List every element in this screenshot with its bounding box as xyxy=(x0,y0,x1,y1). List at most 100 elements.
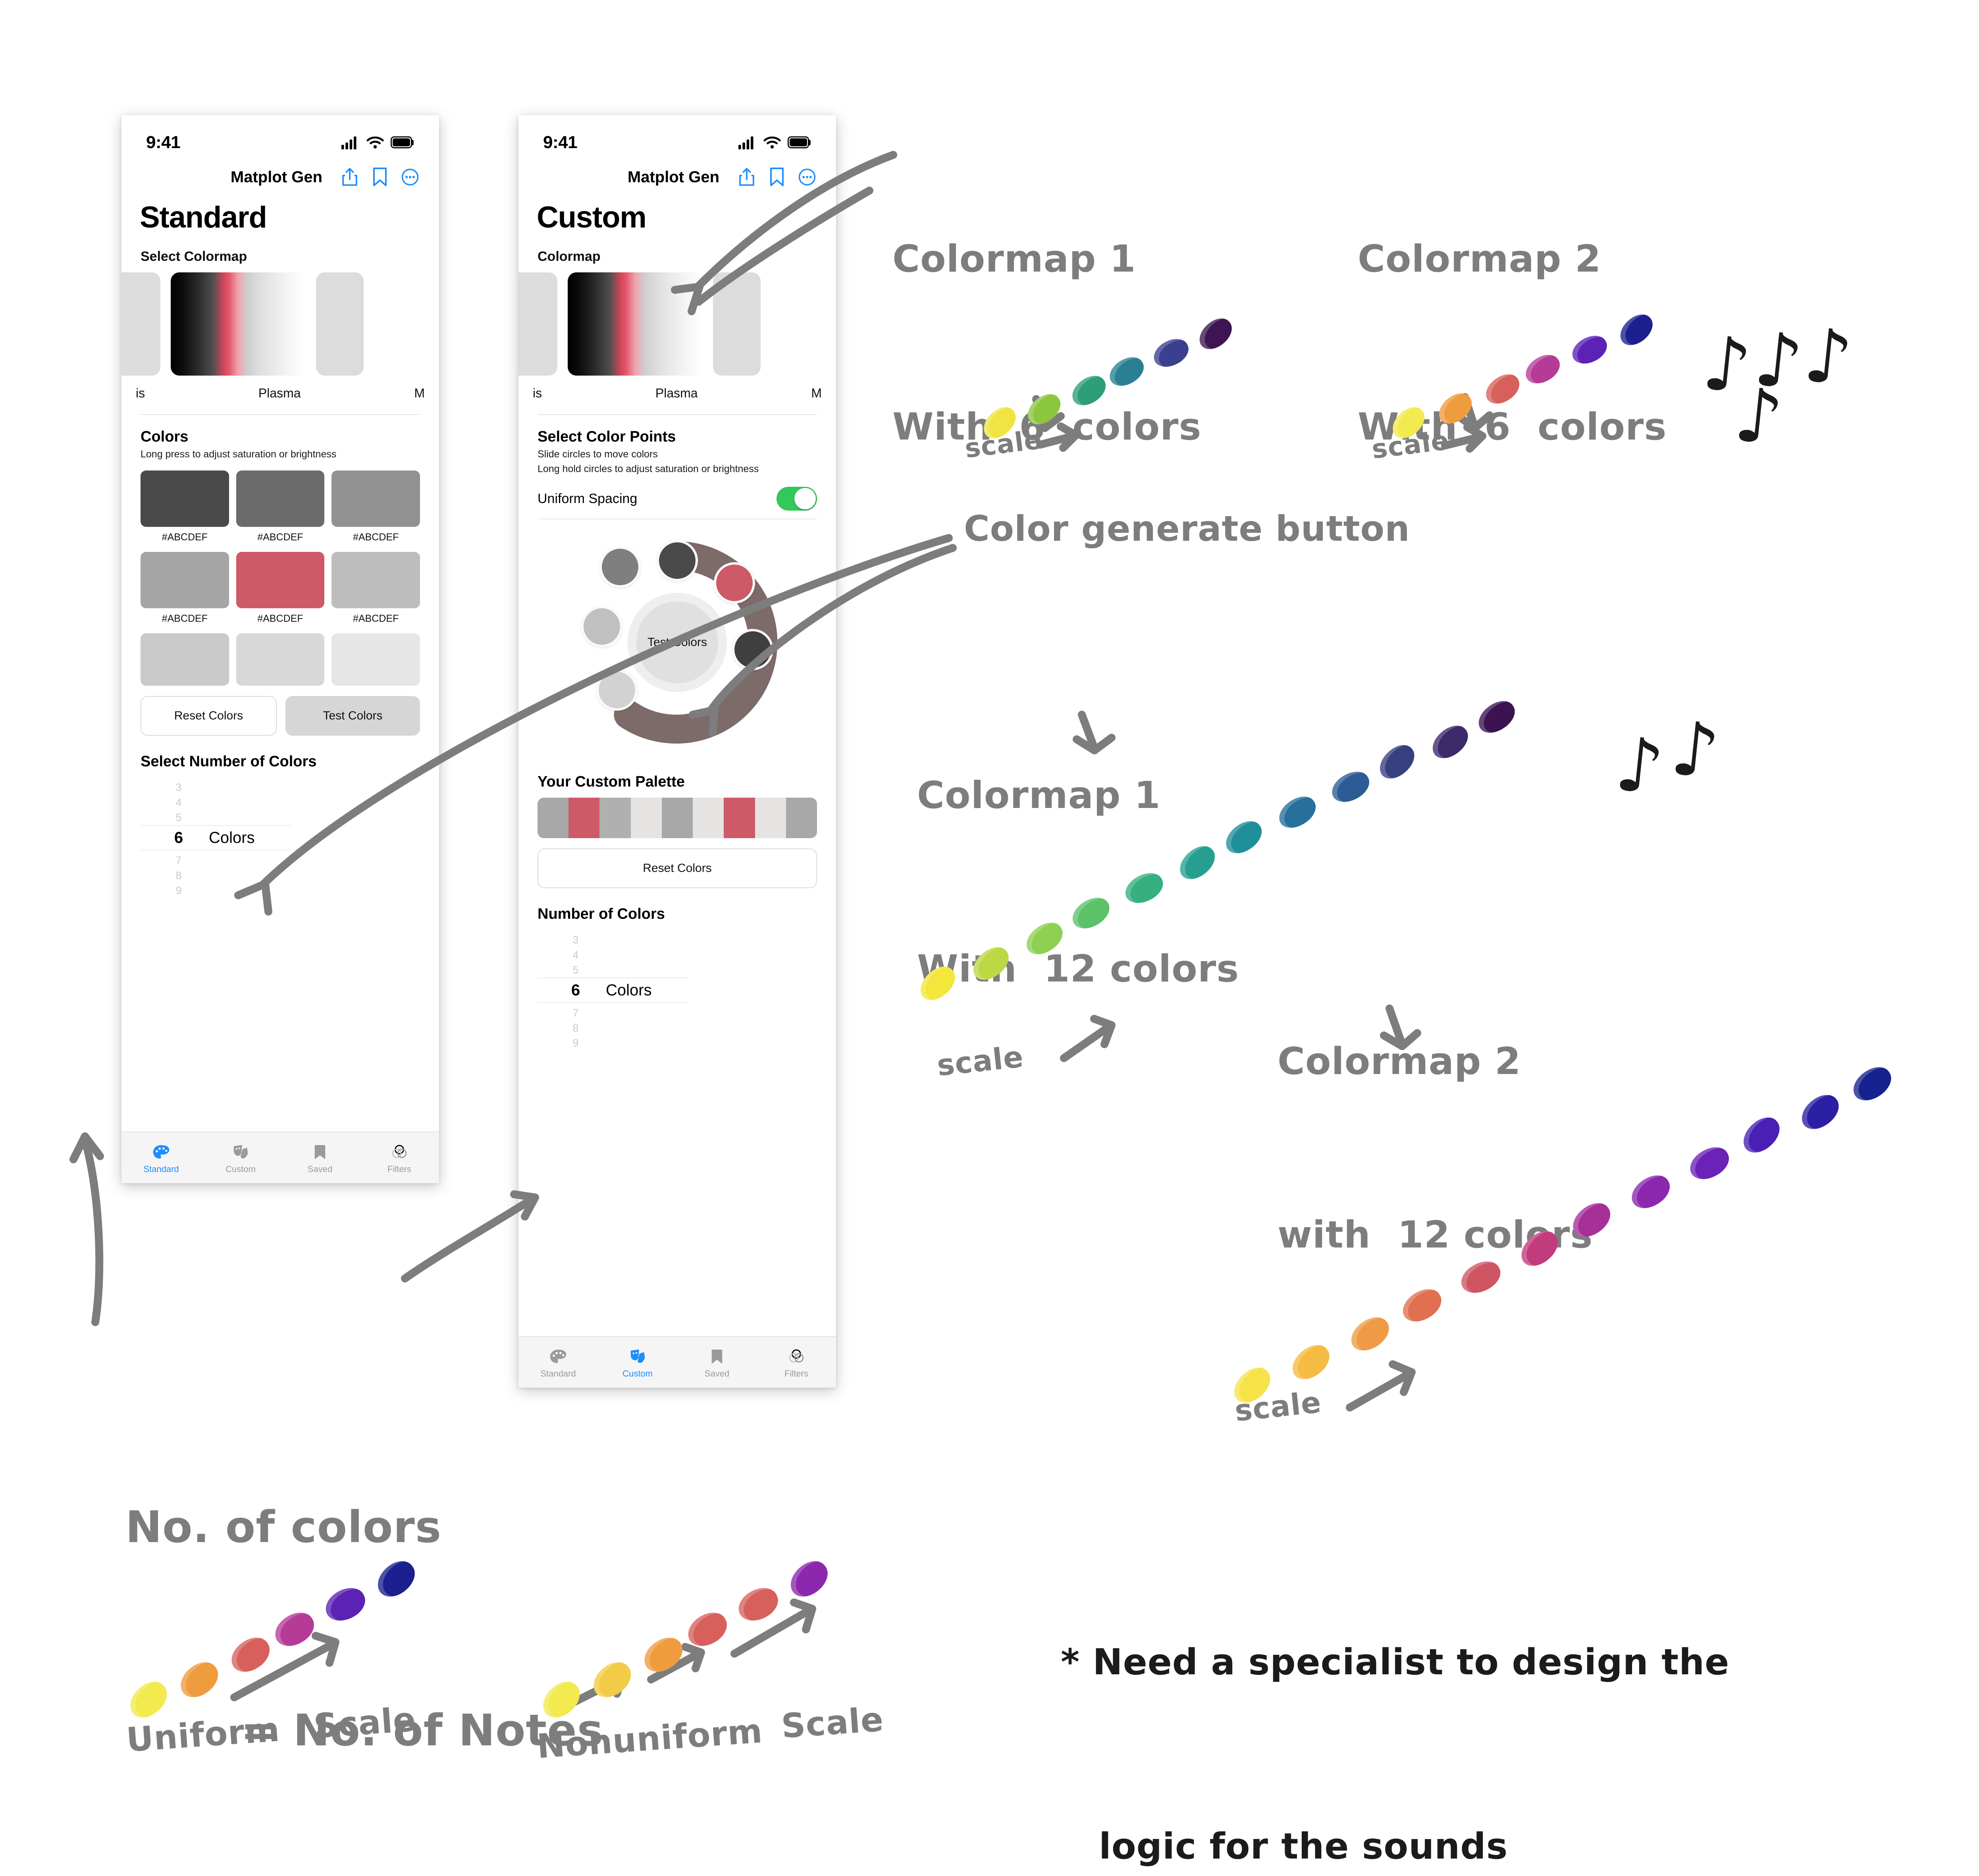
picker-option[interactable]: 3 xyxy=(175,781,181,794)
tab-standard[interactable]: Standard xyxy=(131,1144,191,1174)
color-swatch xyxy=(331,552,420,608)
tab-filters[interactable]: Filters xyxy=(370,1144,429,1174)
color-wheel[interactable]: Test Colors xyxy=(518,523,836,762)
uniform-spacing-toggle[interactable] xyxy=(777,487,817,511)
cellular-signal-icon xyxy=(341,136,356,150)
swatch-cell[interactable] xyxy=(236,633,325,686)
custom-palette-title: Your Custom Palette xyxy=(538,773,685,790)
picker-option[interactable]: 4 xyxy=(572,949,578,961)
colormap-dot xyxy=(1273,791,1321,834)
swatch-cell[interactable]: #ABCDEF xyxy=(331,552,420,625)
picker-option[interactable]: 5 xyxy=(572,964,578,976)
color-points-heading: Select Color Points xyxy=(538,428,676,445)
test-colors-wheel-button[interactable]: Test Colors xyxy=(628,593,727,692)
test-colors-button[interactable]: Test Colors xyxy=(285,696,420,736)
wheel-color-dot[interactable] xyxy=(657,540,698,581)
colormap-carousel[interactable] xyxy=(518,272,836,376)
number-of-colors-picker[interactable]: 3 4 5 6 Colors 7 8 9 xyxy=(141,779,339,897)
picker-option[interactable]: 3 xyxy=(572,934,578,946)
color-swatch xyxy=(141,633,229,686)
colormap-dot xyxy=(1434,388,1478,430)
picker-option[interactable]: 4 xyxy=(175,796,181,809)
swatch-cell[interactable]: #ABCDEF xyxy=(236,470,325,543)
tab-custom[interactable]: Custom xyxy=(211,1144,270,1174)
tab-saved[interactable]: Saved xyxy=(290,1144,350,1174)
phone-mockup-custom: 9:41 Matplot Gen Custom Colormap is Plas… xyxy=(518,115,836,1388)
swatch-cell[interactable]: #ABCDEF xyxy=(331,470,420,543)
colormap-dot xyxy=(682,1606,733,1653)
wheel-color-dot[interactable] xyxy=(581,606,622,647)
nav-bar: Matplot Gen xyxy=(518,158,836,190)
colormap-dot xyxy=(1515,1224,1565,1273)
colormap-card-next[interactable] xyxy=(713,272,761,376)
colormap-dot xyxy=(1397,1283,1447,1328)
picker-option[interactable]: 9 xyxy=(572,1037,578,1049)
more-options-icon[interactable] xyxy=(401,167,419,187)
colormap-dot xyxy=(269,1606,320,1653)
colormap-dot xyxy=(638,1631,689,1679)
status-bar: 9:41 xyxy=(518,115,836,158)
share-icon[interactable] xyxy=(341,167,359,187)
colormap-card-next[interactable] xyxy=(316,272,364,376)
colormap-card-prev[interactable] xyxy=(518,272,557,376)
swatch-hex-label: #ABCDEF xyxy=(257,532,303,543)
colormap-name-prev: is xyxy=(533,386,542,400)
uniform-spacing-row[interactable]: Uniform Spacing xyxy=(518,475,836,511)
colormap-dot xyxy=(1473,695,1520,739)
swatch-cell[interactable]: #ABCDEF xyxy=(236,552,325,625)
wheel-color-dot[interactable] xyxy=(732,629,773,670)
more-options-icon[interactable] xyxy=(798,167,816,187)
picker-option[interactable]: 7 xyxy=(572,1007,578,1019)
picker-selected-value: 6 xyxy=(571,981,580,999)
bookmark-icon[interactable] xyxy=(768,167,786,187)
reset-colors-button[interactable]: Reset Colors xyxy=(141,696,277,736)
dot-sequence-cmap2-12-colors xyxy=(1223,1016,1953,1413)
swatch-cell[interactable]: #ABCDEF xyxy=(141,552,229,625)
picker-option[interactable]: 8 xyxy=(572,1022,578,1034)
arrow-number-of-colors-2 xyxy=(401,1195,536,1282)
picker-option[interactable]: 9 xyxy=(175,885,181,897)
colormap-dot xyxy=(1174,840,1221,886)
picker-option[interactable]: 8 xyxy=(175,870,181,882)
wifi-icon xyxy=(763,136,781,148)
custom-palette-bar[interactable] xyxy=(538,798,817,838)
colormap-dot xyxy=(1286,1338,1336,1386)
picker-option[interactable]: 5 xyxy=(175,812,181,824)
tab-filters[interactable]: Filters xyxy=(767,1349,826,1379)
annotation-color-generate-button: Color generate button xyxy=(964,508,1410,549)
number-of-colors-picker[interactable]: 3 4 5 6 Colors 7 8 9 xyxy=(538,931,736,1049)
nav-app-title: Matplot Gen xyxy=(230,168,322,186)
wheel-color-dot[interactable] xyxy=(714,562,755,603)
colormap-card-prev[interactable] xyxy=(121,272,160,376)
palette-stripe xyxy=(568,798,600,838)
swatch-hex-label: #ABCDEF xyxy=(162,613,208,624)
dot-sequence-cmap2-6-colors xyxy=(1378,294,1695,445)
music-note-icon: ♪ xyxy=(1800,311,1857,403)
colormap-dot xyxy=(1022,388,1066,431)
bookmark-icon[interactable] xyxy=(371,167,389,187)
swatch-cell[interactable] xyxy=(331,633,420,686)
share-icon[interactable] xyxy=(738,167,756,187)
colormap-carousel[interactable] xyxy=(121,272,439,376)
swatch-cell[interactable]: #ABCDEF xyxy=(141,470,229,543)
filters-icon xyxy=(392,1145,407,1158)
dot-sequence-nonuniform-scale xyxy=(532,1554,850,1727)
colormap-dot xyxy=(914,960,962,1006)
tab-saved[interactable]: Saved xyxy=(687,1349,747,1379)
picker-selected-row[interactable]: 6 Colors xyxy=(141,825,291,850)
reset-colors-button[interactable]: Reset Colors xyxy=(538,848,817,888)
picker-selected-row[interactable]: 6 Colors xyxy=(538,978,688,1003)
colormap-card-selected[interactable] xyxy=(568,272,703,376)
tab-custom[interactable]: Custom xyxy=(608,1349,667,1379)
color-points-header: Select Color Points Slide circles to mov… xyxy=(518,415,836,475)
colormap-card-selected[interactable] xyxy=(171,272,306,376)
nav-bar: Matplot Gen xyxy=(121,158,439,190)
swatch-cell[interactable] xyxy=(141,633,229,686)
wheel-color-dot[interactable] xyxy=(596,669,638,711)
picker-option[interactable]: 7 xyxy=(175,854,181,867)
colormap-dot xyxy=(1220,815,1268,860)
bookmark-icon xyxy=(711,1350,723,1364)
annotation-line: Colormap 2 xyxy=(1358,237,1601,281)
colormap-dot xyxy=(320,1582,370,1627)
wheel-color-dot[interactable] xyxy=(599,546,641,588)
